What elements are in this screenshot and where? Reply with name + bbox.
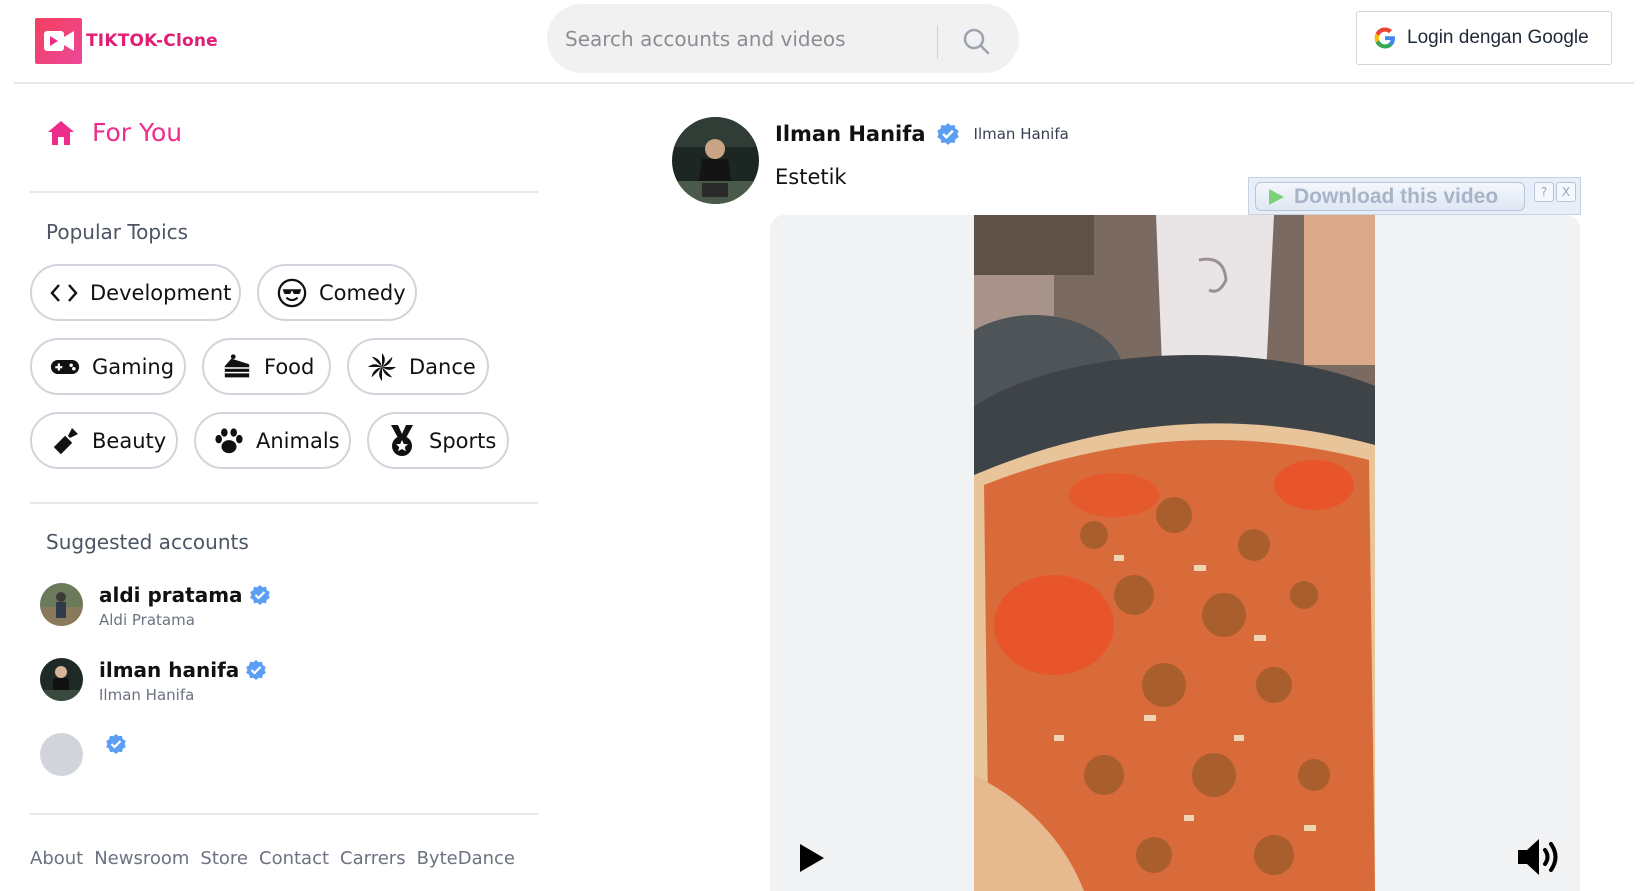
volume-icon	[1518, 839, 1558, 875]
avatar	[40, 658, 83, 701]
pizza-video-frame	[974, 215, 1375, 891]
play-triangle-icon	[1269, 188, 1284, 205]
topic-label: Development	[90, 280, 232, 305]
lipstick-icon	[50, 426, 80, 456]
for-you-label: For You	[92, 118, 183, 147]
topic-label: Dance	[409, 354, 476, 379]
suggested-account-item[interactable]	[40, 733, 127, 776]
app-name: TIKTOK-Clone	[86, 31, 218, 51]
topic-sports[interactable]: Sports	[367, 412, 509, 469]
post-caption: Estetik	[775, 165, 847, 189]
topic-dance[interactable]: Dance	[347, 338, 489, 395]
footer-link-bytedance[interactable]: ByteDance	[417, 848, 515, 869]
topic-development[interactable]: Development	[30, 264, 241, 321]
verified-badge-icon	[246, 660, 267, 680]
download-label: Download this video	[1294, 184, 1499, 208]
spiral-icon	[367, 352, 397, 382]
search-button[interactable]	[959, 24, 993, 58]
footer-link-about[interactable]: About	[30, 848, 83, 869]
topic-label: Comedy	[319, 280, 406, 305]
topic-label: Beauty	[92, 428, 167, 453]
sunglasses-face-icon	[277, 278, 307, 308]
topic-label: Sports	[429, 428, 497, 453]
sidebar-divider	[30, 191, 538, 193]
download-video-button[interactable]: Download this video	[1255, 182, 1525, 211]
topic-comedy[interactable]: Comedy	[257, 264, 417, 321]
topic-gaming[interactable]: Gaming	[30, 338, 186, 395]
topic-beauty[interactable]: Beauty	[30, 412, 178, 469]
top-header: TIKTOK-Clone Login dengan Google	[0, 0, 1642, 84]
download-toolbar: Download this video ? X	[1248, 177, 1581, 215]
sidebar-divider	[30, 502, 538, 504]
home-icon	[48, 120, 74, 145]
help-button[interactable]: ?	[1534, 182, 1554, 202]
google-login-button[interactable]: Login dengan Google	[1356, 11, 1612, 65]
volume-button[interactable]	[1515, 835, 1565, 879]
post-author-avatar[interactable]	[672, 117, 759, 204]
footer-links: About Newsroom Store Contact Carrers Byt…	[30, 848, 515, 869]
search-icon	[963, 28, 990, 55]
topic-label: Gaming	[92, 354, 175, 379]
footer-link-contact[interactable]: Contact	[259, 848, 329, 869]
post-author-name: Ilman Hanifa	[775, 122, 926, 146]
account-handle: Ilman Hanifa	[99, 686, 195, 704]
gamepad-icon	[50, 352, 80, 382]
topic-label: Animals	[256, 428, 340, 453]
post-author-handle: Ilman Hanifa	[973, 125, 1069, 143]
topic-animals[interactable]: Animals	[194, 412, 351, 469]
sidebar-divider	[30, 813, 538, 815]
account-name: ilman hanifa	[99, 658, 240, 682]
video-player[interactable]	[974, 215, 1375, 891]
search-divider	[937, 25, 938, 59]
topic-food[interactable]: Food	[202, 338, 331, 395]
google-icon	[1374, 27, 1395, 49]
header-divider	[14, 82, 1634, 84]
paw-icon	[214, 426, 244, 456]
suggested-account-item[interactable]: aldi pratama Aldi Pratama	[40, 583, 271, 629]
footer-link-store[interactable]: Store	[200, 848, 248, 869]
account-name: aldi pratama	[99, 583, 243, 607]
medal-icon	[387, 424, 417, 456]
verified-badge-icon	[936, 123, 959, 145]
nav-for-you[interactable]: For You	[46, 118, 182, 147]
avatar	[40, 583, 83, 626]
logo-camera-icon	[35, 18, 82, 64]
play-icon	[800, 844, 824, 872]
account-handle: Aldi Pratama	[99, 611, 195, 629]
verified-badge-icon	[106, 734, 126, 754]
video-card[interactable]	[770, 215, 1580, 891]
login-label: Login dengan Google	[1407, 27, 1589, 48]
close-button[interactable]: X	[1556, 182, 1576, 202]
search-bar	[547, 4, 1019, 73]
code-icon	[50, 278, 78, 308]
topic-label: Food	[264, 354, 315, 379]
play-button[interactable]	[794, 839, 828, 877]
suggested-account-item[interactable]: ilman hanifa Ilman Hanifa	[40, 658, 267, 704]
search-input[interactable]	[565, 18, 935, 59]
avatar-placeholder	[40, 733, 83, 776]
suggested-accounts-title: Suggested accounts	[46, 530, 249, 554]
cake-slice-icon	[222, 352, 252, 382]
popular-topics-title: Popular Topics	[46, 220, 189, 244]
footer-link-carrers[interactable]: Carrers	[340, 848, 406, 869]
post-author[interactable]: Ilman Hanifa Ilman Hanifa	[775, 122, 1069, 146]
footer-link-newsroom[interactable]: Newsroom	[94, 848, 189, 869]
verified-badge-icon	[249, 585, 270, 605]
app-logo[interactable]: TIKTOK-Clone	[35, 18, 218, 64]
